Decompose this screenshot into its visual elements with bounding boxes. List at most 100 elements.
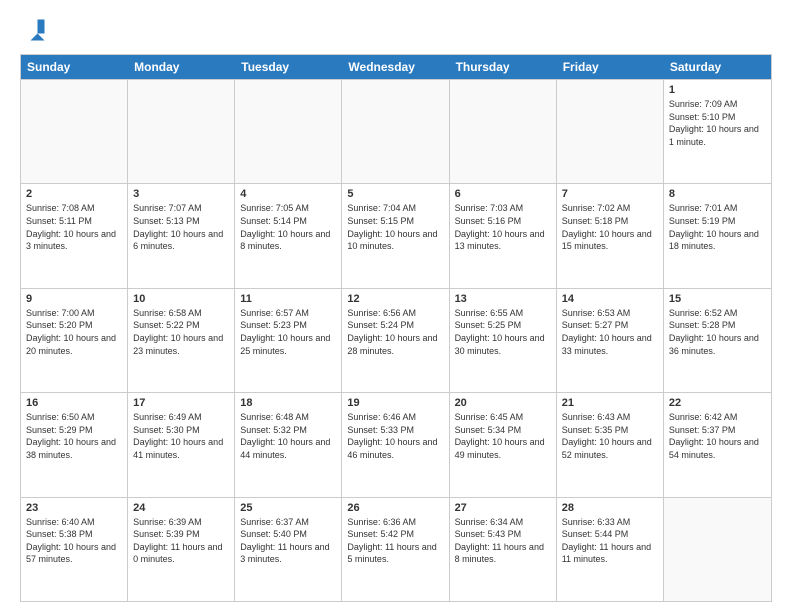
day-number: 16	[26, 397, 122, 409]
day-info: Sunrise: 6:39 AM Sunset: 5:39 PM Dayligh…	[133, 516, 229, 566]
day-cell-21: 21 Sunrise: 6:43 AM Sunset: 5:35 PM Dayli…	[557, 393, 664, 496]
day-number: 12	[347, 293, 443, 305]
day-info: Sunrise: 6:50 AM Sunset: 5:29 PM Dayligh…	[26, 411, 122, 461]
day-cell-4: 4 Sunrise: 7:05 AM Sunset: 5:14 PM Daylig…	[235, 184, 342, 287]
day-info: Sunrise: 6:43 AM Sunset: 5:35 PM Dayligh…	[562, 411, 658, 461]
day-cell-25: 25 Sunrise: 6:37 AM Sunset: 5:40 PM Dayli…	[235, 498, 342, 601]
day-info: Sunrise: 6:48 AM Sunset: 5:32 PM Dayligh…	[240, 411, 336, 461]
day-info: Sunrise: 6:42 AM Sunset: 5:37 PM Dayligh…	[669, 411, 766, 461]
day-number: 21	[562, 397, 658, 409]
day-number: 15	[669, 293, 766, 305]
day-cell-22: 22Sunrise: 6:42 AM Sunset: 5:37 PM Dayli…	[664, 393, 771, 496]
day-number: 23	[26, 502, 122, 514]
day-number: 4	[240, 188, 336, 200]
empty-cell	[128, 80, 235, 183]
day-cell-17: 17 Sunrise: 6:49 AM Sunset: 5:30 PM Dayli…	[128, 393, 235, 496]
day-info: Sunrise: 6:49 AM Sunset: 5:30 PM Dayligh…	[133, 411, 229, 461]
week-row-1: 1 Sunrise: 7:09 AM Sunset: 5:10 PM Daylig…	[21, 79, 771, 183]
day-number: 8	[669, 188, 766, 200]
day-number: 1	[669, 84, 766, 96]
logo-icon	[20, 16, 48, 44]
day-info: Sunrise: 6:53 AM Sunset: 5:27 PM Dayligh…	[562, 307, 658, 357]
day-info: Sunrise: 6:33 AM Sunset: 5:44 PM Dayligh…	[562, 516, 658, 566]
day-number: 7	[562, 188, 658, 200]
day-number: 18	[240, 397, 336, 409]
calendar-body: 1 Sunrise: 7:09 AM Sunset: 5:10 PM Daylig…	[21, 79, 771, 601]
day-cell-7: 7Sunrise: 7:02 AM Sunset: 5:18 PM Daylig…	[557, 184, 664, 287]
empty-cell	[664, 498, 771, 601]
day-cell-13: 13 Sunrise: 6:55 AM Sunset: 5:25 PM Dayli…	[450, 289, 557, 392]
header-day-monday: Monday	[128, 55, 235, 79]
day-number: 20	[455, 397, 551, 409]
empty-cell	[557, 80, 664, 183]
day-info: Sunrise: 7:07 AM Sunset: 5:13 PM Dayligh…	[133, 202, 229, 252]
day-cell-5: 5 Sunrise: 7:04 AM Sunset: 5:15 PM Daylig…	[342, 184, 449, 287]
logo	[20, 16, 52, 44]
day-info: Sunrise: 7:00 AM Sunset: 5:20 PM Dayligh…	[26, 307, 122, 357]
header-day-sunday: Sunday	[21, 55, 128, 79]
header	[20, 16, 772, 44]
day-info: Sunrise: 6:58 AM Sunset: 5:22 PM Dayligh…	[133, 307, 229, 357]
day-info: Sunrise: 7:03 AM Sunset: 5:16 PM Dayligh…	[455, 202, 551, 252]
week-row-3: 9 Sunrise: 7:00 AM Sunset: 5:20 PM Daylig…	[21, 288, 771, 392]
day-info: Sunrise: 6:55 AM Sunset: 5:25 PM Dayligh…	[455, 307, 551, 357]
day-info: Sunrise: 6:57 AM Sunset: 5:23 PM Dayligh…	[240, 307, 336, 357]
day-info: Sunrise: 6:46 AM Sunset: 5:33 PM Dayligh…	[347, 411, 443, 461]
header-day-friday: Friday	[557, 55, 664, 79]
day-cell-2: 2 Sunrise: 7:08 AM Sunset: 5:11 PM Daylig…	[21, 184, 128, 287]
day-number: 19	[347, 397, 443, 409]
day-number: 6	[455, 188, 551, 200]
day-number: 2	[26, 188, 122, 200]
day-cell-23: 23 Sunrise: 6:40 AM Sunset: 5:38 PM Dayli…	[21, 498, 128, 601]
week-row-5: 23 Sunrise: 6:40 AM Sunset: 5:38 PM Dayli…	[21, 497, 771, 601]
day-info: Sunrise: 6:37 AM Sunset: 5:40 PM Dayligh…	[240, 516, 336, 566]
day-number: 14	[562, 293, 658, 305]
empty-cell	[21, 80, 128, 183]
day-cell-20: 20 Sunrise: 6:45 AM Sunset: 5:34 PM Dayli…	[450, 393, 557, 496]
week-row-4: 16 Sunrise: 6:50 AM Sunset: 5:29 PM Dayli…	[21, 392, 771, 496]
day-cell-12: 12 Sunrise: 6:56 AM Sunset: 5:24 PM Dayli…	[342, 289, 449, 392]
header-day-thursday: Thursday	[450, 55, 557, 79]
empty-cell	[450, 80, 557, 183]
day-cell-1: 1 Sunrise: 7:09 AM Sunset: 5:10 PM Daylig…	[664, 80, 771, 183]
day-number: 9	[26, 293, 122, 305]
day-info: Sunrise: 7:08 AM Sunset: 5:11 PM Dayligh…	[26, 202, 122, 252]
day-cell-18: 18 Sunrise: 6:48 AM Sunset: 5:32 PM Dayli…	[235, 393, 342, 496]
day-cell-16: 16 Sunrise: 6:50 AM Sunset: 5:29 PM Dayli…	[21, 393, 128, 496]
day-info: Sunrise: 6:56 AM Sunset: 5:24 PM Dayligh…	[347, 307, 443, 357]
day-info: Sunrise: 6:36 AM Sunset: 5:42 PM Dayligh…	[347, 516, 443, 566]
day-cell-11: 11 Sunrise: 6:57 AM Sunset: 5:23 PM Dayli…	[235, 289, 342, 392]
day-number: 24	[133, 502, 229, 514]
day-cell-3: 3 Sunrise: 7:07 AM Sunset: 5:13 PM Daylig…	[128, 184, 235, 287]
day-number: 5	[347, 188, 443, 200]
day-number: 11	[240, 293, 336, 305]
day-cell-9: 9 Sunrise: 7:00 AM Sunset: 5:20 PM Daylig…	[21, 289, 128, 392]
week-row-2: 2 Sunrise: 7:08 AM Sunset: 5:11 PM Daylig…	[21, 183, 771, 287]
day-cell-27: 27 Sunrise: 6:34 AM Sunset: 5:43 PM Dayli…	[450, 498, 557, 601]
day-cell-19: 19 Sunrise: 6:46 AM Sunset: 5:33 PM Dayli…	[342, 393, 449, 496]
day-info: Sunrise: 7:05 AM Sunset: 5:14 PM Dayligh…	[240, 202, 336, 252]
day-number: 17	[133, 397, 229, 409]
day-info: Sunrise: 7:09 AM Sunset: 5:10 PM Dayligh…	[669, 98, 766, 148]
day-info: Sunrise: 6:34 AM Sunset: 5:43 PM Dayligh…	[455, 516, 551, 566]
day-number: 13	[455, 293, 551, 305]
header-day-tuesday: Tuesday	[235, 55, 342, 79]
day-number: 25	[240, 502, 336, 514]
day-info: Sunrise: 7:04 AM Sunset: 5:15 PM Dayligh…	[347, 202, 443, 252]
header-day-wednesday: Wednesday	[342, 55, 449, 79]
day-cell-8: 8 Sunrise: 7:01 AM Sunset: 5:19 PM Daylig…	[664, 184, 771, 287]
empty-cell	[235, 80, 342, 183]
day-number: 27	[455, 502, 551, 514]
day-info: Sunrise: 6:40 AM Sunset: 5:38 PM Dayligh…	[26, 516, 122, 566]
calendar: SundayMondayTuesdayWednesdayThursdayFrid…	[20, 54, 772, 602]
day-cell-6: 6 Sunrise: 7:03 AM Sunset: 5:16 PM Daylig…	[450, 184, 557, 287]
day-info: Sunrise: 6:45 AM Sunset: 5:34 PM Dayligh…	[455, 411, 551, 461]
day-number: 26	[347, 502, 443, 514]
day-cell-28: 28 Sunrise: 6:33 AM Sunset: 5:44 PM Dayli…	[557, 498, 664, 601]
day-cell-15: 15Sunrise: 6:52 AM Sunset: 5:28 PM Dayli…	[664, 289, 771, 392]
day-number: 3	[133, 188, 229, 200]
day-cell-10: 10Sunrise: 6:58 AM Sunset: 5:22 PM Dayli…	[128, 289, 235, 392]
day-cell-24: 24 Sunrise: 6:39 AM Sunset: 5:39 PM Dayli…	[128, 498, 235, 601]
day-info: Sunrise: 7:01 AM Sunset: 5:19 PM Dayligh…	[669, 202, 766, 252]
day-number: 28	[562, 502, 658, 514]
